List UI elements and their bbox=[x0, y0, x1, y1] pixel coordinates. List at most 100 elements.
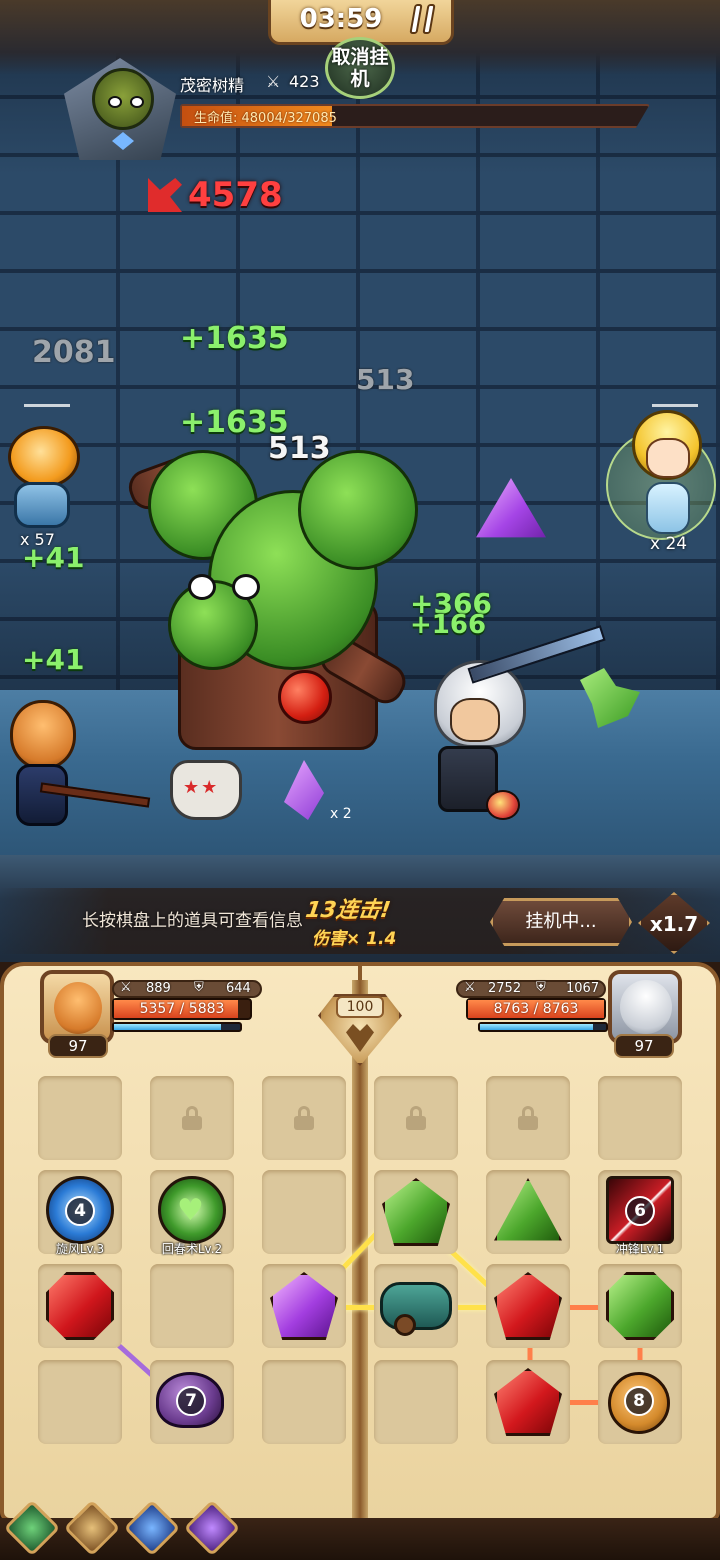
board-cell[interactable] bbox=[262, 1264, 346, 1348]
skill-charge-badge: 6 bbox=[625, 1196, 655, 1226]
skill-cell-rejuvenation[interactable]: ♥ 回春术Lv.2 bbox=[150, 1170, 234, 1256]
hero-defense: 1067 bbox=[566, 981, 600, 996]
boss-name: 茂密树精 bbox=[180, 76, 245, 95]
hero-hp-bar: 5357 / 5883 bbox=[112, 998, 252, 1020]
drop-count: x 2 bbox=[330, 806, 352, 822]
knight-portrait bbox=[608, 970, 682, 1044]
skill-cell-whirlwind[interactable]: 4 旋风Lv.3 bbox=[38, 1170, 122, 1256]
ally-body bbox=[14, 482, 70, 528]
combo-counter: 13连击! bbox=[303, 898, 393, 923]
tomato-item bbox=[278, 670, 332, 724]
hero-level: 97 bbox=[48, 1034, 108, 1058]
auto-battle-button[interactable]: 挂机中... bbox=[490, 898, 632, 946]
boss-hp-label: 生命值: 48004/327085 bbox=[194, 111, 337, 126]
hero-level: 97 bbox=[614, 1034, 674, 1058]
red-pentagon-gem bbox=[494, 1272, 562, 1340]
hint-text: 长按棋盘上的道具可查看信息 bbox=[82, 911, 303, 931]
hero-defense: 644 bbox=[226, 981, 251, 996]
pause-icon-bar bbox=[421, 4, 436, 34]
boss-eye bbox=[188, 574, 216, 600]
star-icon: ★★ bbox=[183, 777, 220, 798]
fairy-body bbox=[646, 482, 690, 534]
battle-timer: 03:59 bbox=[299, 4, 383, 34]
hero-energy-bar bbox=[112, 1022, 242, 1032]
cancel-auto-button[interactable]: 取消挂机 bbox=[325, 37, 395, 99]
green-triangle-gem bbox=[494, 1178, 562, 1241]
skill-level-label: 冲锋Lv.1 bbox=[615, 1242, 665, 1256]
sword-icon: ⚔ bbox=[464, 980, 476, 995]
goggle-ally-sprite bbox=[0, 420, 84, 530]
damage-number: 513 bbox=[356, 363, 415, 396]
cannon-item-icon bbox=[380, 1282, 452, 1330]
skill-level-label: 旋风Lv.3 bbox=[55, 1242, 105, 1256]
summon-cell-slime[interactable]: 7 bbox=[150, 1360, 234, 1444]
ally-count: x 24 bbox=[650, 534, 688, 554]
boss-eye bbox=[232, 574, 260, 600]
board-cell[interactable] bbox=[374, 1170, 458, 1254]
board-cell[interactable] bbox=[262, 1170, 346, 1254]
summon-count-badge: 7 bbox=[176, 1386, 206, 1416]
hero-energy-bar bbox=[478, 1022, 608, 1032]
board-cell-locked[interactable] bbox=[374, 1076, 458, 1160]
board-cell[interactable] bbox=[38, 1264, 122, 1348]
boss-hp-bar: 生命值: 48004/327085 bbox=[180, 104, 650, 128]
heart-skill-icon: ♥ bbox=[158, 1176, 226, 1244]
board-cell-locked[interactable] bbox=[150, 1076, 234, 1160]
red-pentagon-gem bbox=[494, 1368, 562, 1436]
board-cell[interactable] bbox=[598, 1264, 682, 1348]
board-cell-locked[interactable] bbox=[486, 1076, 570, 1160]
skill-cell-charge[interactable]: 6 冲锋Lv.1 bbox=[598, 1170, 682, 1256]
green-pentagon-gem bbox=[382, 1178, 450, 1246]
board-cell[interactable] bbox=[486, 1170, 570, 1254]
board-cell[interactable] bbox=[374, 1360, 458, 1444]
skill-charge-badge: 4 bbox=[65, 1196, 95, 1226]
hero-hp-text: 5357 / 5883 bbox=[139, 1001, 225, 1017]
hero-card-left[interactable]: 97 ⚔ 889 ⛨ 644 5357 / 5883 bbox=[40, 970, 290, 1060]
hero-attack: 2752 bbox=[488, 981, 522, 996]
board-cell[interactable] bbox=[38, 1076, 122, 1160]
sword-icon: ⚔ bbox=[120, 980, 132, 995]
pause-button[interactable] bbox=[407, 4, 437, 36]
board-cell[interactable] bbox=[486, 1360, 570, 1444]
hero-card-right[interactable]: ⚔ 2752 ⛨ 1067 8763 / 8763 97 bbox=[456, 970, 706, 1060]
lock-icon bbox=[406, 1106, 426, 1130]
board-cell[interactable] bbox=[150, 1264, 234, 1348]
red-octagon-gem bbox=[46, 1272, 114, 1340]
board-cell[interactable] bbox=[262, 1360, 346, 1444]
heal-number: +41 bbox=[22, 643, 85, 676]
portrait-face bbox=[54, 982, 102, 1034]
board-cell[interactable] bbox=[486, 1264, 570, 1348]
heart-icon: ♥ bbox=[177, 1193, 204, 1228]
purple-pentagon-gem bbox=[270, 1272, 338, 1340]
hero-energy-fill bbox=[480, 1024, 594, 1030]
boss-avatar bbox=[92, 68, 154, 130]
boss-avatar-eye bbox=[108, 96, 122, 108]
board-cell[interactable] bbox=[598, 1076, 682, 1160]
ally-count: x 57 bbox=[20, 530, 55, 549]
fox-girl-head bbox=[10, 700, 76, 770]
tree-ent-boss bbox=[123, 440, 428, 780]
board-cell[interactable] bbox=[374, 1264, 458, 1348]
skill-level-label: 回春术Lv.2 bbox=[161, 1242, 223, 1256]
fox-girl-hero-sprite bbox=[0, 700, 80, 830]
hero-attack: 889 bbox=[146, 981, 171, 996]
board-cell-locked[interactable] bbox=[262, 1076, 346, 1160]
portrait-face bbox=[620, 980, 672, 1034]
sword-icon: ⚔ bbox=[266, 72, 281, 91]
boss-avatar-eye bbox=[130, 96, 144, 108]
critical-damage-number: 4578 bbox=[188, 175, 283, 215]
knight-face bbox=[450, 698, 500, 742]
boss-attack-value: 423 bbox=[289, 72, 320, 91]
board-cell[interactable] bbox=[38, 1360, 122, 1444]
lock-icon bbox=[294, 1106, 314, 1130]
ally-hp-marker bbox=[24, 404, 70, 407]
summon-cell-bear[interactable]: 8 bbox=[598, 1360, 682, 1444]
lock-icon bbox=[518, 1106, 538, 1130]
shield-icon: ⛨ bbox=[194, 980, 204, 995]
lock-icon bbox=[182, 1106, 202, 1130]
ally-goggles bbox=[8, 426, 80, 488]
boss-eyes bbox=[188, 574, 268, 604]
wheel-icon bbox=[394, 1314, 416, 1336]
fairy-face bbox=[646, 438, 690, 478]
hero-hp-text: 8763 / 8763 bbox=[493, 1001, 579, 1017]
